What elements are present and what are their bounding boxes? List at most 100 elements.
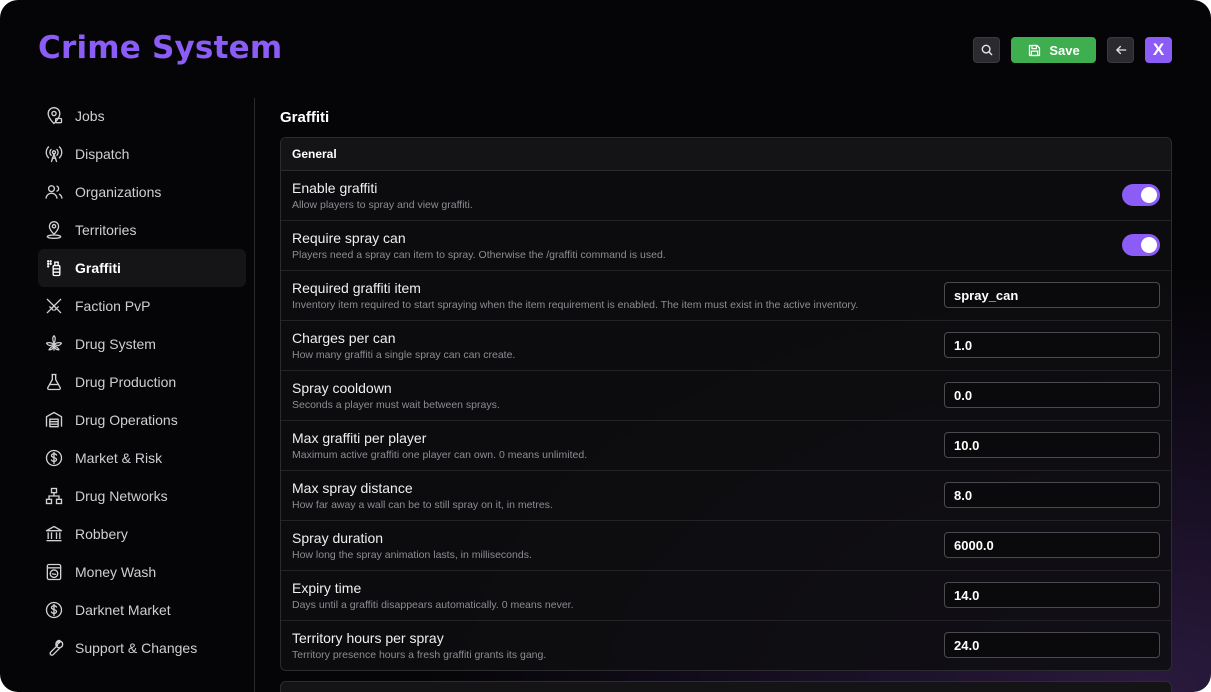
setting-row-require-spray-can: Require spray can Players need a spray c… bbox=[281, 221, 1171, 271]
map-marker-person-icon bbox=[43, 219, 65, 241]
setting-row-enable-graffiti: Enable graffiti Allow players to spray a… bbox=[281, 171, 1171, 221]
sidebar-item-jobs[interactable]: Jobs bbox=[38, 97, 246, 135]
setting-description: How long the spray animation lasts, in m… bbox=[292, 549, 532, 561]
sidebar-item-label: Support & Changes bbox=[75, 640, 198, 656]
bank-icon bbox=[43, 523, 65, 545]
wrench-icon bbox=[43, 637, 65, 659]
sidebar-item-drug-networks[interactable]: Drug Networks bbox=[38, 477, 246, 515]
sidebar-item-dispatch[interactable]: Dispatch bbox=[38, 135, 246, 173]
page-title: Graffiti bbox=[280, 109, 330, 126]
dollar-circle-icon bbox=[43, 447, 65, 469]
setting-title: Expiry time bbox=[292, 580, 362, 596]
arrow-left-icon bbox=[1114, 43, 1128, 57]
sidebar-item-label: Dispatch bbox=[75, 146, 130, 162]
save-label: Save bbox=[1049, 42, 1080, 58]
setting-row-max-graffiti-per-player: Max graffiti per player Maximum active g… bbox=[281, 421, 1171, 471]
setting-row-spray-cooldown: Spray cooldown Seconds a player must wai… bbox=[281, 371, 1171, 421]
sidebar-item-label: Drug Production bbox=[75, 374, 177, 390]
setting-row-expiry-time: Expiry time Days until a graffiti disapp… bbox=[281, 571, 1171, 621]
spray-duration-input[interactable]: 6000.0 bbox=[944, 532, 1160, 558]
setting-title: Spray duration bbox=[292, 530, 384, 546]
expiry-time-input[interactable]: 14.0 bbox=[944, 582, 1160, 608]
sidebar-item-label: Organizations bbox=[75, 184, 162, 200]
setting-description: Seconds a player must wait between spray… bbox=[292, 399, 500, 411]
spray-cooldown-input[interactable]: 0.0 bbox=[944, 382, 1160, 408]
sidebar-divider bbox=[254, 98, 255, 692]
search-button[interactable] bbox=[973, 37, 1000, 63]
setting-description: Allow players to spray and view graffiti… bbox=[292, 199, 473, 211]
required-graffiti-item-input[interactable]: spray_can bbox=[944, 282, 1160, 308]
warehouse-icon bbox=[43, 409, 65, 431]
setting-description: Territory presence hours a fresh graffit… bbox=[292, 649, 547, 661]
max-spray-distance-input[interactable]: 8.0 bbox=[944, 482, 1160, 508]
setting-title: Charges per can bbox=[292, 330, 396, 346]
washing-machine-icon bbox=[43, 561, 65, 583]
sidebar-item-label: Territories bbox=[75, 222, 137, 238]
toggle-knob bbox=[1141, 237, 1157, 253]
sidebar-item-label: Robbery bbox=[75, 526, 128, 542]
sidebar-item-drug-system[interactable]: Drug System bbox=[38, 325, 246, 363]
map-pin-icon bbox=[43, 105, 65, 127]
setting-row-charges-per-can: Charges per can How many graffiti a sing… bbox=[281, 321, 1171, 371]
territory-hours-per-spray-input[interactable]: 24.0 bbox=[944, 632, 1160, 658]
setting-description: How far away a wall can be to still spra… bbox=[292, 499, 553, 511]
sidebar-item-organizations[interactable]: Organizations bbox=[38, 173, 246, 211]
save-button[interactable]: Save bbox=[1011, 37, 1096, 63]
sidebar-item-darknet-market[interactable]: Darknet Market bbox=[38, 591, 246, 629]
sidebar-item-robbery[interactable]: Robbery bbox=[38, 515, 246, 553]
sidebar-item-money-wash[interactable]: Money Wash bbox=[38, 553, 246, 591]
network-icon bbox=[43, 485, 65, 507]
leaf-icon bbox=[43, 333, 65, 355]
sidebar-item-faction-pvp[interactable]: Faction PvP bbox=[38, 287, 246, 325]
sidebar-item-label: Jobs bbox=[75, 108, 105, 124]
max-graffiti-per-player-input[interactable]: 10.0 bbox=[944, 432, 1160, 458]
setting-title: Required graffiti item bbox=[292, 280, 421, 296]
spray-can-icon bbox=[43, 257, 65, 279]
back-button[interactable] bbox=[1107, 37, 1134, 63]
sidebar-item-label: Darknet Market bbox=[75, 602, 171, 618]
setting-title: Max spray distance bbox=[292, 480, 413, 496]
sidebar-item-label: Drug Networks bbox=[75, 488, 168, 504]
setting-description: Days until a graffiti disappears automat… bbox=[292, 599, 574, 611]
sidebar-item-drug-production[interactable]: Drug Production bbox=[38, 363, 246, 401]
sidebar-item-graffiti[interactable]: Graffiti bbox=[38, 249, 246, 287]
crossed-swords-icon bbox=[43, 295, 65, 317]
sidebar-item-territories[interactable]: Territories bbox=[38, 211, 246, 249]
panel-title: General bbox=[281, 138, 1171, 171]
setting-description: Players need a spray can item to spray. … bbox=[292, 249, 666, 261]
sidebar-item-label: Graffiti bbox=[75, 260, 121, 276]
sidebar-item-market-risk[interactable]: Market & Risk bbox=[38, 439, 246, 477]
search-icon bbox=[980, 43, 994, 57]
dollar-badge-icon bbox=[43, 599, 65, 621]
charges-per-can-input[interactable]: 1.0 bbox=[944, 332, 1160, 358]
toggle-knob bbox=[1141, 187, 1157, 203]
setting-row-required-graffiti-item: Required graffiti item Inventory item re… bbox=[281, 271, 1171, 321]
save-icon bbox=[1027, 43, 1042, 58]
setting-title: Max graffiti per player bbox=[292, 430, 427, 446]
require-spray-can-toggle[interactable] bbox=[1122, 234, 1160, 256]
setting-description: Inventory item required to start sprayin… bbox=[292, 299, 859, 311]
users-icon bbox=[43, 181, 65, 203]
setting-title: Territory hours per spray bbox=[292, 630, 444, 646]
sidebar-item-label: Drug Operations bbox=[75, 412, 178, 428]
setting-description: How many graffiti a single spray can can… bbox=[292, 349, 516, 361]
antenna-icon bbox=[43, 143, 65, 165]
flask-icon bbox=[43, 371, 65, 393]
setting-title: Spray cooldown bbox=[292, 380, 392, 396]
setting-row-territory-hours-per-spray: Territory hours per spray Territory pres… bbox=[281, 621, 1171, 670]
setting-description: Maximum active graffiti one player can o… bbox=[292, 449, 588, 461]
app-title: Crime System bbox=[38, 30, 283, 66]
setting-title: Require spray can bbox=[292, 230, 406, 246]
sidebar-item-label: Market & Risk bbox=[75, 450, 163, 466]
close-button[interactable]: X bbox=[1145, 37, 1172, 63]
sidebar: Jobs Dispatch Organizations Territories … bbox=[38, 97, 246, 667]
sidebar-item-label: Money Wash bbox=[75, 564, 157, 580]
setting-row-max-spray-distance: Max spray distance How far away a wall c… bbox=[281, 471, 1171, 521]
settings-panel: General Enable graffiti Allow players to… bbox=[280, 137, 1172, 671]
next-panel-header bbox=[280, 681, 1172, 692]
sidebar-item-drug-operations[interactable]: Drug Operations bbox=[38, 401, 246, 439]
sidebar-item-support-changes[interactable]: Support & Changes bbox=[38, 629, 246, 667]
sidebar-item-label: Faction PvP bbox=[75, 298, 151, 314]
enable-graffiti-toggle[interactable] bbox=[1122, 184, 1160, 206]
setting-row-spray-duration: Spray duration How long the spray animat… bbox=[281, 521, 1171, 571]
